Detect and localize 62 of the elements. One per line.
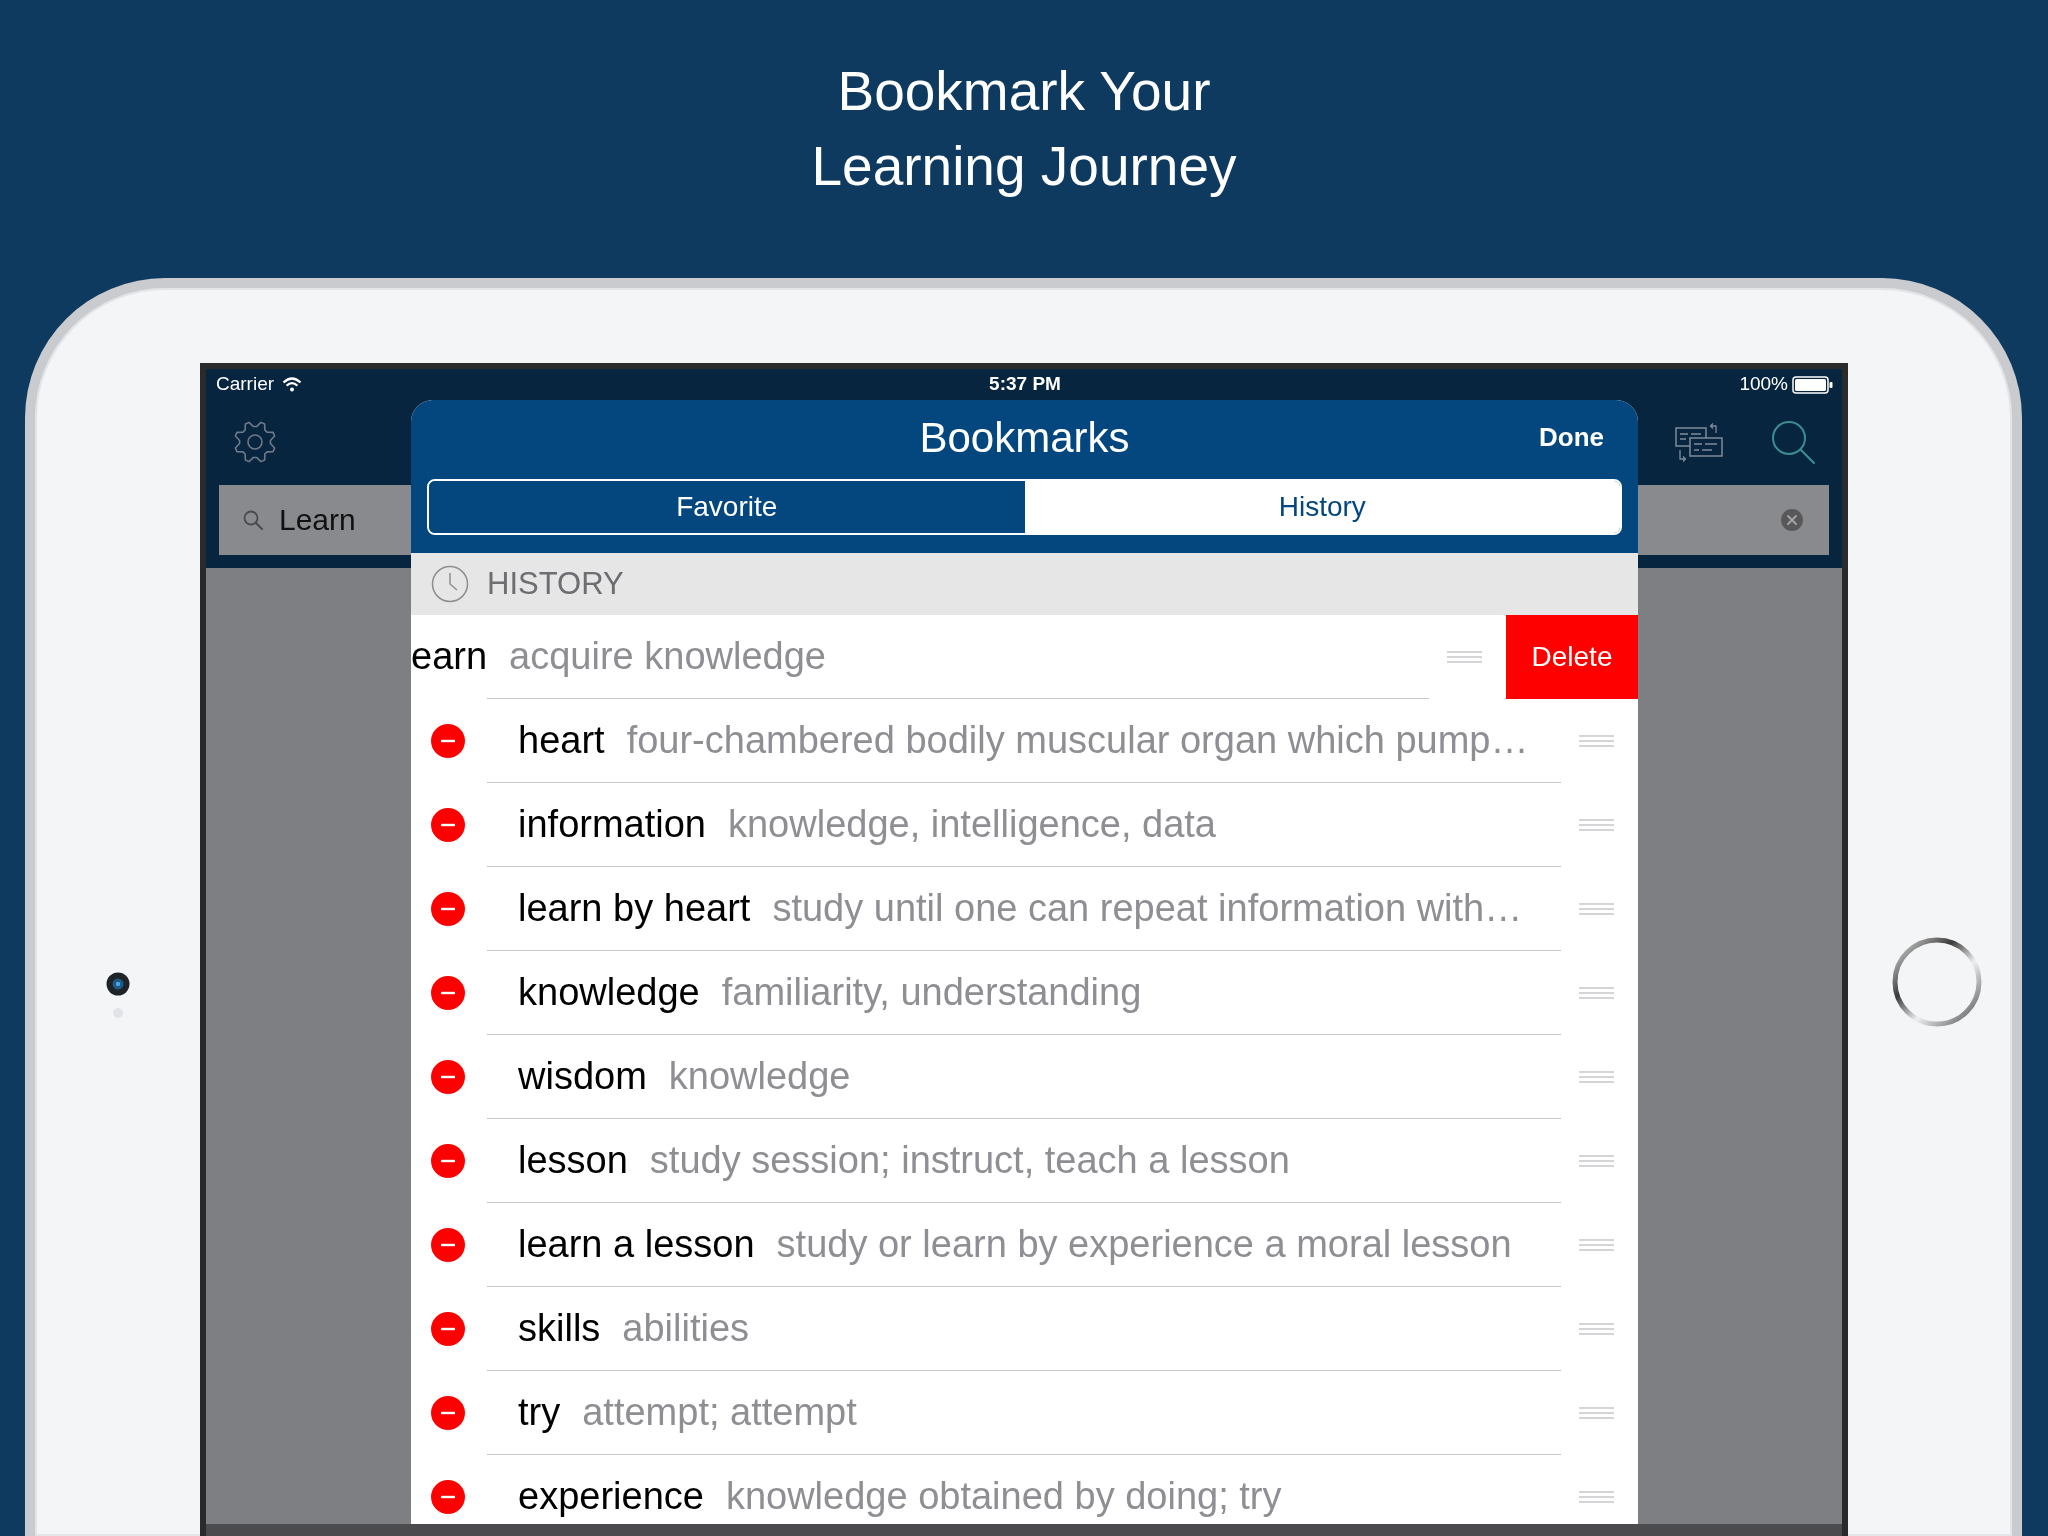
- section-title: HISTORY: [487, 564, 624, 603]
- drag-handle-icon[interactable]: [1579, 734, 1614, 747]
- bookmark-word: earn: [411, 634, 488, 679]
- bookmark-word: skills: [518, 1306, 601, 1351]
- drag-handle-icon[interactable]: [1579, 818, 1614, 831]
- bookmark-word: information: [518, 802, 706, 847]
- home-button[interactable]: [1892, 937, 1982, 1027]
- bookmark-word: try: [518, 1390, 561, 1435]
- minus-circle-icon[interactable]: [431, 1143, 465, 1178]
- bookmark-definition: knowledge: [668, 1054, 851, 1099]
- drag-handle-icon[interactable]: [1579, 986, 1614, 999]
- clear-icon[interactable]: [1781, 509, 1803, 531]
- bookmark-definition: abilities: [622, 1306, 750, 1351]
- bookmark-definition: study or learn by experience a moral lesson: [776, 1222, 1512, 1267]
- done-button[interactable]: Done: [1539, 417, 1604, 457]
- search-icon[interactable]: [1770, 419, 1816, 465]
- drag-handle-icon[interactable]: [1579, 1238, 1614, 1251]
- bookmark-definition: study until one can repeat information with…: [772, 886, 1523, 931]
- headline: Bookmark Your Learning Journey: [811, 59, 1237, 199]
- search-icon: [243, 510, 263, 530]
- drag-handle-icon[interactable]: [1579, 902, 1614, 915]
- delete-button[interactable]: Delete: [1506, 615, 1638, 699]
- bookmark-definition: familiarity, understanding: [721, 970, 1142, 1015]
- battery-percent: 100%: [1739, 372, 1788, 397]
- bookmark-word: heart: [518, 718, 605, 763]
- drag-handle-icon[interactable]: [1447, 650, 1482, 663]
- drag-handle-icon[interactable]: [1579, 1154, 1614, 1167]
- drag-handle-icon[interactable]: [1579, 1322, 1614, 1335]
- minus-circle-icon[interactable]: [431, 723, 465, 758]
- drag-handle-icon[interactable]: [1579, 1490, 1614, 1503]
- camera-icon: [105, 972, 130, 996]
- wifi-icon: [282, 377, 303, 392]
- minus-circle-icon[interactable]: [431, 1479, 465, 1514]
- minus-circle-icon[interactable]: [431, 1395, 465, 1430]
- bookmark-word: knowledge: [518, 970, 700, 1015]
- segment-tab[interactable]: History: [1024, 481, 1620, 533]
- drag-handle-icon[interactable]: [1579, 1070, 1614, 1083]
- bookmark-definition: four-chambered bodily muscular organ which pump…: [626, 718, 1529, 763]
- minus-circle-icon[interactable]: [431, 1227, 465, 1262]
- sheet-title: Bookmarks: [919, 412, 1130, 463]
- clock-icon: [431, 565, 469, 603]
- carrier-label: Carrier: [216, 372, 275, 397]
- clock-time: 5:37 PM: [989, 372, 1061, 397]
- bookmark-word: lesson: [518, 1138, 628, 1183]
- battery-icon: [1792, 375, 1834, 394]
- bookmark-word: learn by heart: [518, 886, 751, 931]
- bookmark-definition: study session; instruct, teach a lesson: [649, 1138, 1290, 1183]
- settings-gear-icon[interactable]: [233, 420, 277, 464]
- bookmark-definition: knowledge, intelligence, data: [728, 802, 1216, 847]
- cards-icon[interactable]: [1674, 422, 1724, 462]
- bookmark-definition: attempt; attempt: [582, 1390, 857, 1435]
- minus-circle-icon[interactable]: [431, 1311, 465, 1346]
- minus-circle-icon[interactable]: [431, 975, 465, 1010]
- minus-circle-icon[interactable]: [431, 1059, 465, 1094]
- minus-circle-icon[interactable]: [431, 807, 465, 842]
- bookmark-word: wisdom: [518, 1054, 647, 1099]
- drag-handle-icon[interactable]: [1579, 1406, 1614, 1419]
- bookmark-word: learn a lesson: [518, 1222, 755, 1267]
- minus-circle-icon[interactable]: [431, 891, 465, 926]
- bookmark-definition: knowledge obtained by doing; try: [725, 1474, 1282, 1519]
- bookmark-definition: acquire knowledge: [509, 634, 826, 679]
- bookmark-word: experience: [518, 1474, 704, 1519]
